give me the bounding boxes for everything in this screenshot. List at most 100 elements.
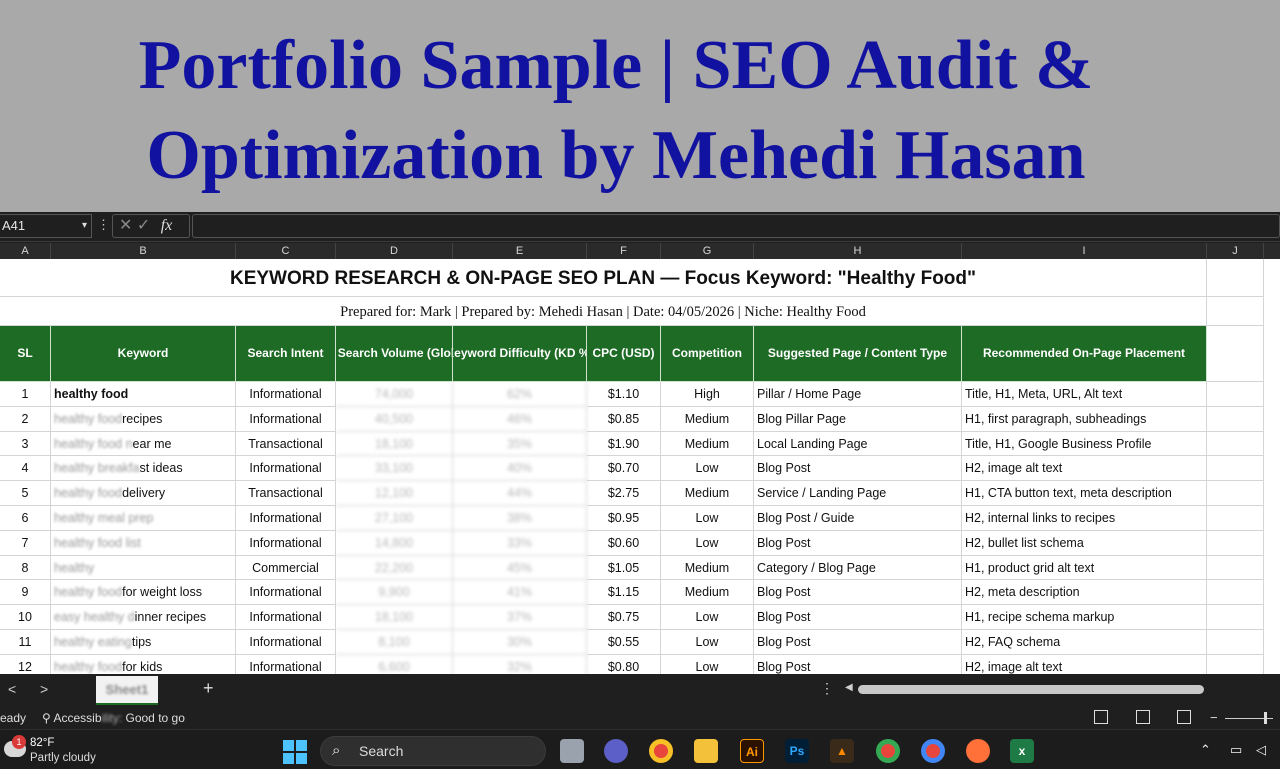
cell-kd[interactable]: 35% — [453, 431, 587, 457]
spreadsheet-grid[interactable]: KEYWORD RESEARCH & ON-PAGE SEO PLAN — Fo… — [0, 259, 1280, 674]
cell-volume[interactable]: 18,100 — [336, 605, 453, 630]
column-header-a[interactable]: A — [0, 243, 51, 259]
header-sl[interactable]: SL — [0, 326, 51, 382]
empty-cell[interactable] — [1207, 530, 1264, 556]
cell-page[interactable]: Blog Post / Guide — [754, 506, 962, 531]
column-header-e[interactable]: E — [453, 243, 587, 259]
header-suggested-page[interactable]: Suggested Page / Content Type — [754, 326, 962, 382]
cell-sl[interactable]: 4 — [0, 456, 51, 482]
cell-placement[interactable]: H2, bullet list schema — [962, 530, 1207, 556]
header-competition[interactable]: Competition — [661, 326, 754, 382]
cell-volume[interactable]: 8,100 — [336, 630, 453, 655]
firefox-icon[interactable] — [966, 739, 990, 763]
zoom-out-button[interactable]: − — [1210, 707, 1218, 729]
cell-sl[interactable]: 5 — [0, 481, 51, 506]
cell-kd[interactable]: 32% — [453, 654, 587, 674]
cell-page[interactable]: Category / Blog Page — [754, 555, 962, 581]
header-monthly-volume[interactable]: Monthly Search Volume (Global, est.) — [336, 326, 453, 382]
cell-intent[interactable]: Informational — [236, 654, 336, 674]
cell-kd[interactable]: 44% — [453, 481, 587, 506]
column-header-j[interactable]: J — [1207, 243, 1264, 259]
cell-kd[interactable]: 40% — [453, 456, 587, 482]
cell-keyword[interactable]: healthy foodfor weight loss — [51, 580, 236, 606]
cell-cpc[interactable]: $1.05 — [587, 555, 661, 581]
header-placement[interactable]: Recommended On-Page Placement — [962, 326, 1207, 382]
more-options-icon[interactable]: ⋮ — [820, 680, 834, 697]
normal-view-icon[interactable] — [1094, 710, 1108, 724]
cell-placement[interactable]: H2, FAQ schema — [962, 630, 1207, 655]
taskbar-search[interactable]: ⌕ Search — [320, 736, 546, 766]
cell-cpc[interactable]: $0.75 — [587, 605, 661, 630]
cell-volume[interactable]: 27,100 — [336, 506, 453, 531]
windows-start-icon[interactable] — [283, 740, 307, 764]
accessibility-status[interactable]: ⚲ Accessibility: Good to go — [42, 707, 185, 729]
chevron-down-icon[interactable]: ▾ — [82, 215, 87, 237]
cell-kd[interactable]: 30% — [453, 630, 587, 655]
file-explorer-icon[interactable] — [694, 739, 718, 763]
sheet-title[interactable]: KEYWORD RESEARCH & ON-PAGE SEO PLAN — Fo… — [0, 259, 1207, 297]
cell-placement[interactable]: Title, H1, Google Business Profile — [962, 431, 1207, 457]
empty-cell[interactable] — [1207, 630, 1264, 655]
cell-volume[interactable]: 18,100 — [336, 431, 453, 457]
sheet-subtitle[interactable]: Prepared for: Mark | Prepared by: Mehedi… — [0, 297, 1207, 326]
cell-intent[interactable]: Informational — [236, 580, 336, 606]
page-layout-view-icon[interactable] — [1136, 710, 1150, 724]
cell-sl[interactable]: 6 — [0, 506, 51, 531]
empty-cell[interactable] — [1207, 406, 1264, 432]
cell-comp[interactable]: Medium — [661, 580, 754, 606]
fire-app-icon[interactable]: ▲ — [830, 739, 854, 763]
cell-sl[interactable]: 7 — [0, 530, 51, 556]
cell-keyword[interactable]: healthy food — [51, 382, 236, 407]
cell-comp[interactable]: Low — [661, 456, 754, 482]
cell-intent[interactable]: Transactional — [236, 431, 336, 457]
name-box[interactable]: A41 ▾ — [0, 214, 92, 238]
cell-comp[interactable]: Low — [661, 605, 754, 630]
cell-volume[interactable]: 22,200 — [336, 555, 453, 581]
column-header-b[interactable]: B — [51, 243, 236, 259]
cell-keyword[interactable]: healthy meal prep — [51, 506, 236, 531]
cell-kd[interactable]: 46% — [453, 406, 587, 432]
cell-sl[interactable]: 11 — [0, 630, 51, 655]
cell-placement[interactable]: H2, image alt text — [962, 456, 1207, 482]
weather-widget[interactable]: 1 82°F Partly cloudy — [2, 735, 112, 767]
cell-volume[interactable]: 33,100 — [336, 456, 453, 482]
cell-placement[interactable]: H1, recipe schema markup — [962, 605, 1207, 630]
cell-page[interactable]: Blog Post — [754, 456, 962, 482]
cell-cpc[interactable]: $1.15 — [587, 580, 661, 606]
cell-sl[interactable]: 1 — [0, 382, 51, 407]
cell-kd[interactable]: 41% — [453, 580, 587, 606]
column-header-c[interactable]: C — [236, 243, 336, 259]
cell-placement[interactable]: H1, first paragraph, subheadings — [962, 406, 1207, 432]
chrome-icon[interactable] — [649, 739, 673, 763]
chevron-up-icon[interactable]: ⌃ — [1200, 742, 1211, 758]
column-header-i[interactable]: I — [962, 243, 1207, 259]
cell-sl[interactable]: 8 — [0, 555, 51, 581]
cell-placement[interactable]: H2, image alt text — [962, 654, 1207, 674]
cell-cpc[interactable]: $0.80 — [587, 654, 661, 674]
cell-placement[interactable]: H1, product grid alt text — [962, 555, 1207, 581]
cell-intent[interactable]: Informational — [236, 506, 336, 531]
cell-comp[interactable]: Medium — [661, 555, 754, 581]
cell-page[interactable]: Blog Post — [754, 654, 962, 674]
cell-kd[interactable]: 33% — [453, 530, 587, 556]
meet-icon[interactable] — [604, 739, 628, 763]
cell-comp[interactable]: Medium — [661, 481, 754, 506]
cell-volume[interactable]: 74,000 — [336, 382, 453, 407]
cell-sl[interactable]: 2 — [0, 406, 51, 432]
cell-intent[interactable]: Informational — [236, 530, 336, 556]
empty-cell[interactable] — [1207, 382, 1264, 407]
cell-volume[interactable]: 14,800 — [336, 530, 453, 556]
scroll-left-icon[interactable]: ◀ — [845, 682, 853, 693]
excel-icon[interactable]: x — [1010, 739, 1034, 763]
cell-placement[interactable]: Title, H1, Meta, URL, Alt text — [962, 382, 1207, 407]
cancel-icon[interactable]: ✕ — [119, 217, 132, 234]
formula-input[interactable] — [192, 214, 1280, 238]
cell-keyword[interactable]: healthy foodfor kids — [51, 654, 236, 674]
cell-comp[interactable]: Low — [661, 630, 754, 655]
empty-cell[interactable] — [1207, 431, 1264, 457]
cell-cpc[interactable]: $0.70 — [587, 456, 661, 482]
cell-cpc[interactable]: $0.95 — [587, 506, 661, 531]
speaker-icon[interactable]: ◁ — [1256, 742, 1266, 758]
cell-kd[interactable]: 45% — [453, 555, 587, 581]
cell-page[interactable]: Local Landing Page — [754, 431, 962, 457]
